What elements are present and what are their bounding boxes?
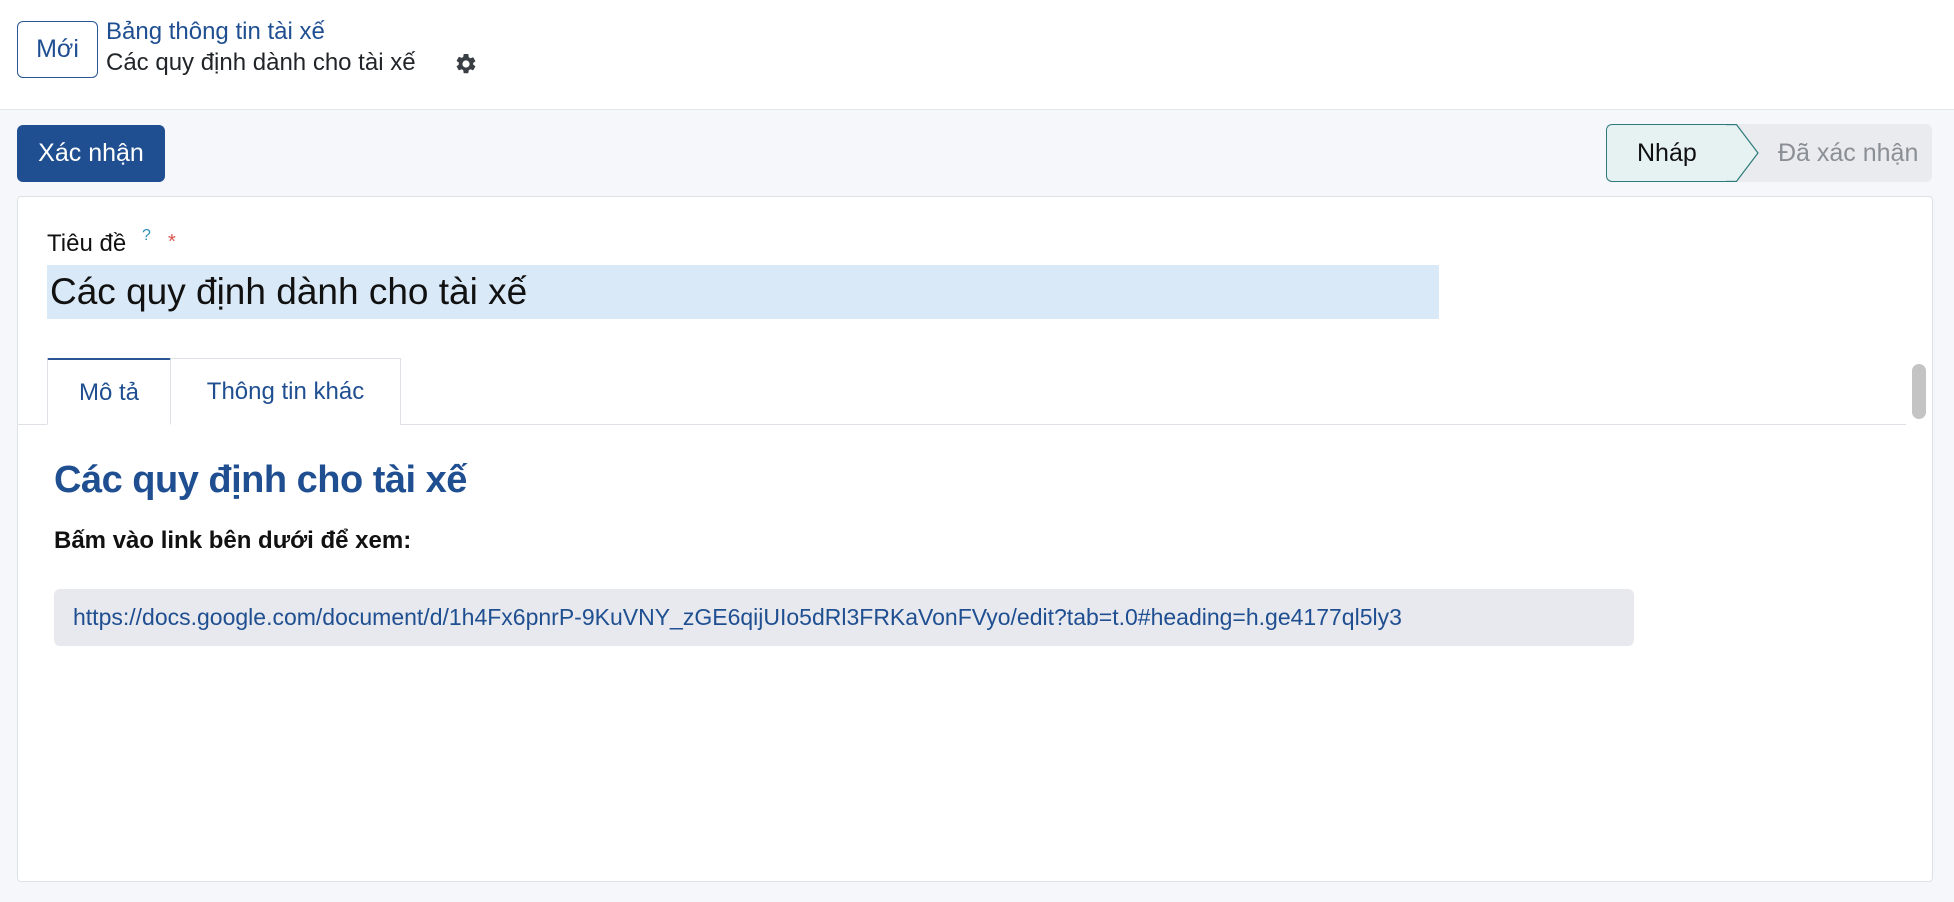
scrollbar-thumb[interactable]: [1912, 364, 1926, 419]
description-subheading: Bấm vào link bên dưới để xem:: [54, 527, 412, 554]
breadcrumb-parent-link[interactable]: Bảng thông tin tài xế: [106, 18, 325, 46]
new-button[interactable]: Mới: [17, 21, 98, 78]
help-tooltip-icon[interactable]: ?: [142, 227, 151, 245]
action-bar: Xác nhận Đã xác nhận Nháp: [0, 110, 1954, 196]
notebook-tabs: Mô tả Thông tin khác: [18, 358, 1906, 425]
title-field-label: Tiêu đề: [47, 230, 127, 257]
title-input[interactable]: [47, 265, 1439, 319]
gear-icon[interactable]: [454, 52, 478, 76]
scrollbar[interactable]: [1906, 358, 1928, 425]
document-link[interactable]: https://docs.google.com/document/d/1h4Fx…: [73, 589, 1402, 646]
stage-arrow-icon: [1726, 124, 1759, 182]
breadcrumb-current: Các quy định dành cho tài xế: [106, 49, 416, 76]
status-stage-draft[interactable]: Nháp: [1606, 124, 1736, 182]
link-code-block: https://docs.google.com/document/d/1h4Fx…: [54, 589, 1634, 646]
tab-description[interactable]: Mô tả: [47, 358, 171, 425]
control-panel: Mới Bảng thông tin tài xế Các quy định d…: [0, 0, 1954, 110]
required-indicator: *: [168, 231, 176, 253]
tab-other-info[interactable]: Thông tin khác: [171, 358, 401, 425]
description-heading: Các quy định cho tài xế: [54, 459, 467, 501]
confirm-button[interactable]: Xác nhận: [17, 125, 165, 182]
form-sheet: Tiêu đề ? * Mô tả Thông tin khác Các quy…: [17, 196, 1933, 882]
